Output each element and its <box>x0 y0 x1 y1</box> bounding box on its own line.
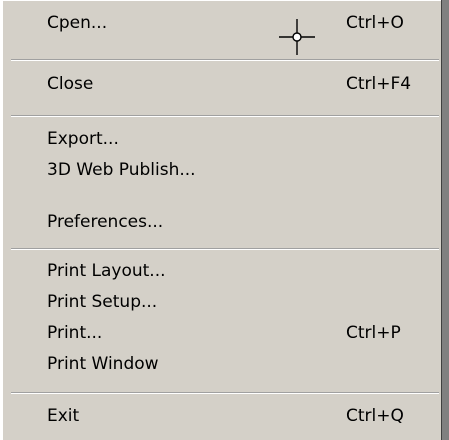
menu-item-label: Preferences... <box>47 212 164 232</box>
menu-item-shortcut: Ctrl+F4 <box>346 74 412 94</box>
menu-item-exit[interactable]: Exit Ctrl+Q <box>3 402 441 434</box>
menu-separator <box>11 392 439 394</box>
menu-separator <box>11 59 439 61</box>
menu-item-label: Print Setup... <box>47 292 158 312</box>
menu-item-label: Export... <box>47 129 119 149</box>
menu-item-shortcut: Ctrl+O <box>346 13 404 33</box>
menu-separator <box>11 248 439 250</box>
menu-shadow <box>441 0 449 440</box>
menu-item-open[interactable]: Cpen... Ctrl+O <box>3 9 441 41</box>
menu-item-3d-web-publish[interactable]: 3D Web Publish... <box>3 156 441 188</box>
menu-item-export[interactable]: Export... <box>3 125 441 157</box>
menu-separator <box>11 115 439 117</box>
menu-item-label: Print Layout... <box>47 261 166 281</box>
menu-item-label: 3D Web Publish... <box>47 160 196 180</box>
menu-item-shortcut: Ctrl+Q <box>346 406 404 426</box>
menu-item-print-layout[interactable]: Print Layout... <box>3 257 441 289</box>
menu-item-print[interactable]: Print... Ctrl+P <box>3 319 441 351</box>
menu-item-shortcut: Ctrl+P <box>346 323 401 343</box>
menu-item-label: Print Window <box>47 354 159 374</box>
menu-item-close[interactable]: Close Ctrl+F4 <box>3 70 441 102</box>
menu-item-label: Exit <box>47 406 80 426</box>
file-menu: Cpen... Ctrl+O Close Ctrl+F4 Export... 3… <box>0 0 441 440</box>
menu-item-preferences[interactable]: Preferences... <box>3 208 441 240</box>
menu-item-print-window[interactable]: Print Window <box>3 350 441 382</box>
menu-item-label: Cpen... <box>47 13 108 33</box>
menu-item-label: Close <box>47 74 94 94</box>
crosshair-cursor-icon <box>279 19 315 55</box>
menu-item-label: Print... <box>47 323 103 343</box>
menu-item-print-setup[interactable]: Print Setup... <box>3 288 441 320</box>
